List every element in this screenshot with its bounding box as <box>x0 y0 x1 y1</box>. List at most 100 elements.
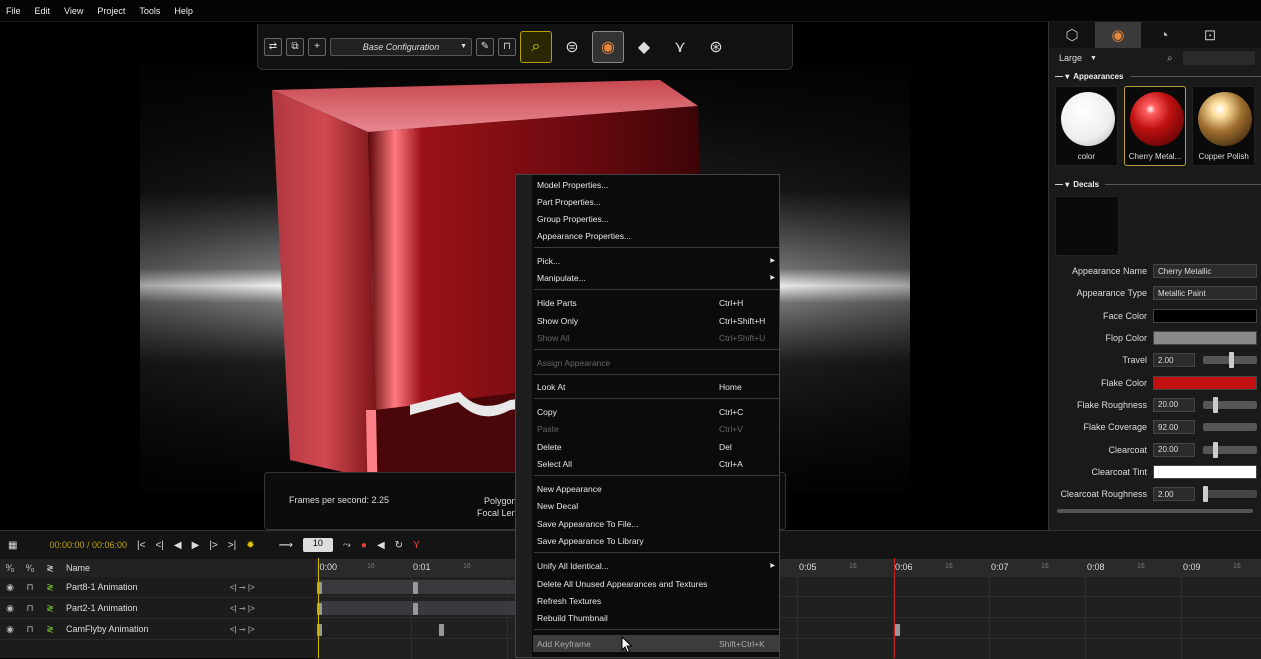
key-controls-icon[interactable]: <| ⊸ |> <box>230 604 300 613</box>
menu-rebuild-thumbnail[interactable]: Rebuild Thumbnail <box>537 609 777 626</box>
clearcoat-input[interactable]: 20.00 <box>1153 442 1195 457</box>
paint-can-icon[interactable]: ◉ <box>592 30 624 63</box>
decals-section-header[interactable]: — ▾ Decals <box>1049 176 1261 192</box>
menu-view[interactable]: View <box>64 6 83 16</box>
animation-header-icon[interactable]: ≷ <box>40 563 60 574</box>
menu-pick[interactable]: Pick... ▶ <box>537 252 777 269</box>
swap-icon[interactable]: ⇄ <box>264 37 282 56</box>
flake-roughness-slider[interactable] <box>1203 396 1257 413</box>
skip-start-icon[interactable]: |< <box>137 540 145 551</box>
menu-new-appearance[interactable]: New Appearance <box>537 480 777 497</box>
configuration-dropdown[interactable]: Base Configuration ▼ <box>330 37 472 56</box>
clearcoat-roughness-input[interactable]: 2.00 <box>1153 487 1195 502</box>
keyframe[interactable] <box>413 603 418 615</box>
models-tab-icon[interactable]: ⬡ <box>1049 22 1095 48</box>
environments-tab-icon[interactable]: ◔ <box>1141 22 1187 48</box>
menu-hide-parts[interactable]: Hide Parts Ctrl+H <box>537 294 777 311</box>
lock-icon[interactable]: ⊓ <box>20 582 40 593</box>
swatch-copper-polish[interactable]: Copper Polish <box>1192 86 1256 166</box>
menu-project[interactable]: Project <box>97 6 125 16</box>
grid-icon[interactable]: ▦ <box>8 540 17 551</box>
flake-coverage-slider[interactable] <box>1203 423 1257 432</box>
flake-color-swatch[interactable] <box>1153 375 1257 390</box>
timeline-row[interactable]: ◉ ⊓ ≷ Part2-1 Animation <| ⊸ |> <box>0 598 315 619</box>
skip-end-icon[interactable]: >| <box>228 540 236 551</box>
menu-show-all[interactable]: Show All Ctrl+Shift+U <box>537 329 777 346</box>
pencil-icon[interactable]: ✎ <box>476 37 494 56</box>
menu-unify-identical[interactable]: Unify All Identical... ▶ <box>537 557 777 574</box>
environment-icon[interactable]: ⋎ <box>664 31 696 63</box>
track-part2[interactable] <box>315 598 1261 618</box>
turntable-icon[interactable]: ⊜ <box>556 31 588 63</box>
lock-icon[interactable]: ⊓ <box>498 37 516 56</box>
speed-icon[interactable]: ⟿ <box>279 540 293 551</box>
travel-input[interactable]: 2.00 <box>1153 353 1195 368</box>
camera-tab-icon[interactable]: ⊡ <box>1187 22 1233 48</box>
horizontal-scrollbar[interactable] <box>1057 509 1253 514</box>
flop-color-swatch[interactable] <box>1153 331 1257 346</box>
menu-delete[interactable]: Delete Del <box>537 438 777 455</box>
menu-file[interactable]: File <box>6 6 21 16</box>
loop-icon[interactable]: ↻ <box>395 540 403 551</box>
lock-icon[interactable]: ⊓ <box>20 624 40 635</box>
menu-add-keyframe[interactable]: Add Keyframe Shift+Ctrl+K <box>537 635 777 652</box>
menu-edit[interactable]: Edit <box>35 6 51 16</box>
menu-new-decal[interactable]: New Decal <box>537 497 777 514</box>
settings-gear-icon[interactable]: ✹ <box>246 540 254 551</box>
appearances-tab-icon[interactable]: ◉ <box>1095 22 1141 48</box>
flake-roughness-input[interactable]: 20.00 <box>1153 397 1195 412</box>
menu-appearance-properties[interactable]: Appearance Properties... <box>537 227 777 244</box>
camera-key-icon[interactable]: ◀ <box>377 540 385 551</box>
menu-assign-appearance[interactable]: Assign Appearance <box>537 354 777 371</box>
frame-input[interactable]: 10 <box>302 538 333 552</box>
appearance-name-input[interactable]: Cherry Metallic <box>1153 264 1257 279</box>
menu-show-only[interactable]: Show Only Ctrl+Shift+H <box>537 312 777 329</box>
appearances-section-header[interactable]: — ▾ Appearances <box>1049 68 1261 84</box>
menu-copy[interactable]: Copy Ctrl+C <box>537 403 777 420</box>
face-color-swatch[interactable] <box>1153 308 1257 323</box>
track-camflyby[interactable] <box>315 619 1261 639</box>
menu-group-properties[interactable]: Group Properties... <box>537 210 777 227</box>
timeline-ruler[interactable]: :0:00 16 0:01 16 0:05 16 0:06 16 0:07 16… <box>315 559 1261 577</box>
lock-header-icon[interactable]: ⁰⁄₀ <box>20 563 40 574</box>
eye-icon[interactable]: ◉ <box>0 582 20 593</box>
camera-aperture-icon[interactable]: ⊛ <box>700 31 732 63</box>
play-icon[interactable]: ▶ <box>192 540 200 551</box>
menu-delete-unused[interactable]: Delete All Unused Appearances and Textur… <box>537 575 777 592</box>
appearance-type-select[interactable]: Metallic Paint <box>1153 286 1257 301</box>
clearcoat-roughness-slider[interactable] <box>1203 486 1257 503</box>
menu-save-appearance-library[interactable]: Save Appearance To Library <box>537 532 777 549</box>
key-controls-icon[interactable]: <| ⊸ |> <box>230 625 300 634</box>
menu-save-appearance-file[interactable]: Save Appearance To File... <box>537 515 777 532</box>
keyframe[interactable] <box>413 582 418 594</box>
menu-select-all[interactable]: Select All Ctrl+A <box>537 455 777 472</box>
duplicate-icon[interactable]: ⧉ <box>286 37 304 56</box>
library-search-input[interactable] <box>1182 51 1255 65</box>
timeline-row[interactable]: ◉ ⊓ ≷ CamFlyby Animation <| ⊸ |> <box>0 619 315 640</box>
track-part8[interactable] <box>315 577 1261 597</box>
menu-part-properties[interactable]: Part Properties... <box>537 193 777 210</box>
clearcoat-slider[interactable] <box>1203 441 1257 458</box>
menu-tools[interactable]: Tools <box>139 6 160 16</box>
animation-icon[interactable]: ⤳ <box>343 540 351 551</box>
clearcoat-tint-swatch[interactable] <box>1153 464 1257 479</box>
menu-manipulate[interactable]: Manipulate... ▶ <box>537 269 777 286</box>
playhead[interactable] <box>894 558 895 658</box>
keyframe[interactable] <box>439 624 444 636</box>
cube-icon[interactable]: ◆ <box>628 31 660 63</box>
travel-slider[interactable] <box>1203 352 1257 369</box>
play-reverse-icon[interactable]: ◀ <box>174 540 182 551</box>
decal-slot[interactable] <box>1055 196 1119 256</box>
swatch-color[interactable]: color <box>1055 86 1118 166</box>
menu-help[interactable]: Help <box>174 6 193 16</box>
step-back-icon[interactable]: <| <box>155 540 163 551</box>
thumbnail-size-dropdown[interactable]: Large <box>1059 53 1082 63</box>
visibility-header-icon[interactable]: ⁰⁄₀ <box>0 563 20 574</box>
flake-coverage-input[interactable]: 92.00 <box>1153 420 1195 435</box>
magnet-icon[interactable]: Y <box>413 540 420 551</box>
key-controls-icon[interactable]: <| ⊸ |> <box>230 583 300 592</box>
menu-paste[interactable]: Paste Ctrl+V <box>537 420 777 437</box>
menu-model-properties[interactable]: Model Properties... <box>537 176 777 193</box>
keyframe[interactable] <box>895 624 900 636</box>
keyframe-icon[interactable]: ● <box>361 540 367 551</box>
